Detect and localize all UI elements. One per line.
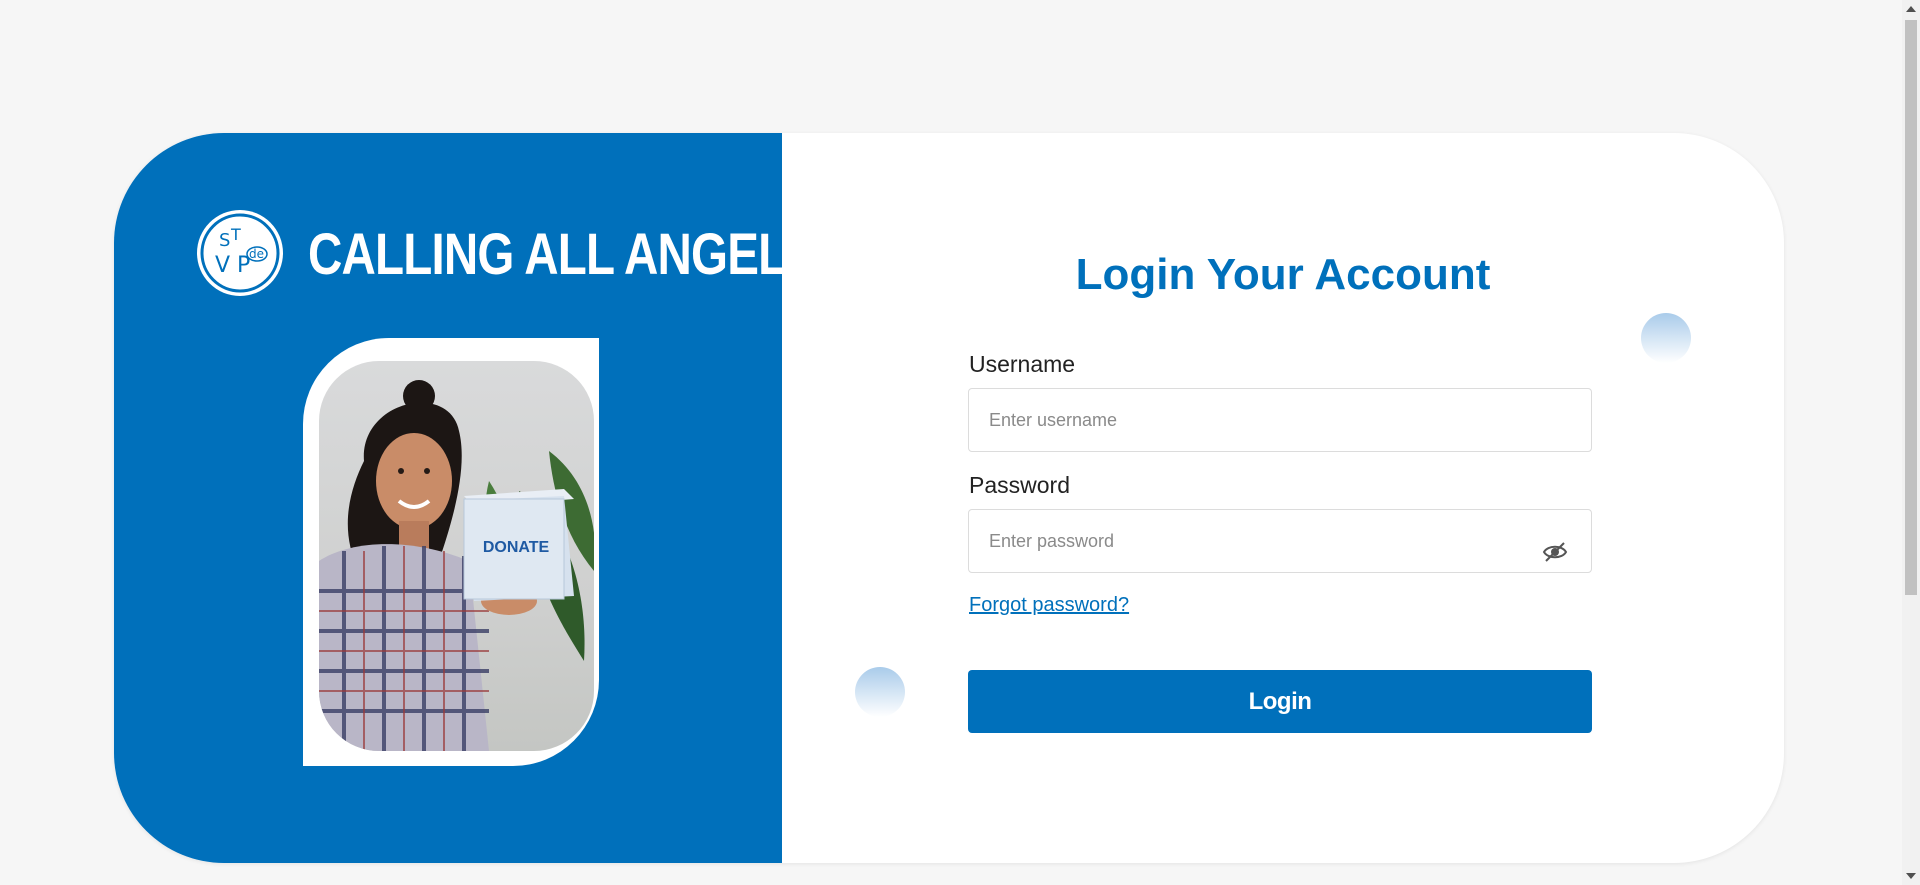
donate-box-photo: DONATE xyxy=(319,361,594,751)
forgot-password-link[interactable]: Forgot password? xyxy=(969,592,1129,618)
svg-text:V: V xyxy=(215,253,230,278)
svg-text:T: T xyxy=(230,225,241,244)
page-title: Login Your Account xyxy=(1075,250,1491,299)
decorative-bubble xyxy=(855,667,905,717)
login-button[interactable]: Login xyxy=(968,670,1592,733)
scroll-up-icon[interactable] xyxy=(1906,6,1916,12)
eye-slash-icon[interactable] xyxy=(1542,541,1568,563)
scroll-thumb[interactable] xyxy=(1905,20,1917,595)
login-card: S T V P de CALLING ALL ANGELS DONATE Log… xyxy=(114,133,1784,863)
username-label: Username xyxy=(969,351,1076,377)
scroll-down-icon[interactable] xyxy=(1906,873,1916,879)
donate-box-label: DONATE xyxy=(482,539,550,556)
svg-text:S: S xyxy=(219,230,230,251)
brand-panel: S T V P de CALLING ALL ANGELS DONATE xyxy=(114,133,818,863)
page-scrollbar[interactable] xyxy=(1902,0,1920,885)
svdp-logo-icon: S T V P de xyxy=(197,210,283,296)
username-input[interactable] xyxy=(968,388,1592,452)
decorative-bubble xyxy=(1641,313,1691,363)
password-label: Password xyxy=(969,472,1070,498)
brand-name: CALLING ALL ANGELS xyxy=(308,222,818,287)
password-input[interactable] xyxy=(968,509,1592,573)
